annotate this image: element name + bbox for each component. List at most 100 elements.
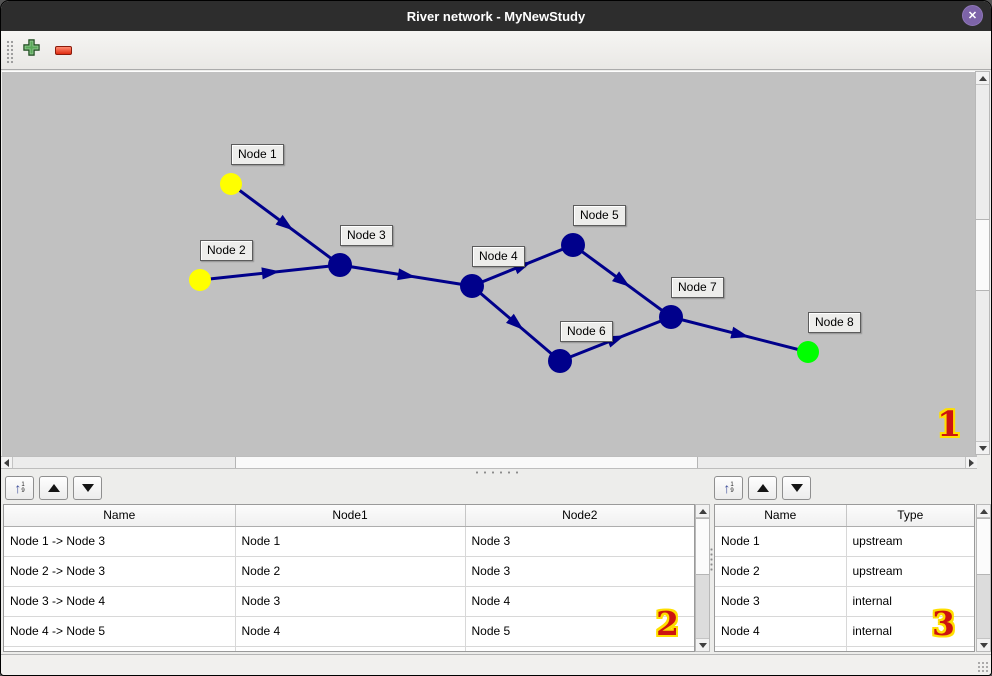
network-canvas[interactable]: Node 1 Node 2 Node 3 Node 4 Node 5 Node 6 Node…: [2, 71, 977, 456]
table-cell: [846, 646, 974, 652]
node-label[interactable]: Node 8: [808, 312, 861, 333]
table-row[interactable]: Node 2 -> Node 3Node 2Node 3: [4, 556, 694, 586]
node-label[interactable]: Node 7: [671, 277, 724, 298]
edge-arrow-icon: [612, 271, 630, 286]
table-cell[interactable]: Node 1: [235, 526, 465, 556]
scroll-up-icon[interactable]: [696, 505, 709, 518]
add-button[interactable]: [19, 38, 43, 62]
node-label[interactable]: Node 1: [231, 144, 284, 165]
sort-button[interactable]: ↑ 19: [714, 476, 743, 500]
edges-table: NameNode1Node2 Node 1 -> Node 3Node 1Nod…: [3, 504, 695, 652]
table-cell[interactable]: Node 3: [465, 556, 694, 586]
nodes-scroll-thumb[interactable]: [977, 518, 990, 575]
table-row[interactable]: Node 1 -> Node 3Node 1Node 3: [4, 526, 694, 556]
node-circle[interactable]: [328, 253, 352, 277]
sort-button[interactable]: ↑ 19: [5, 476, 34, 500]
resize-grip-icon[interactable]: [977, 661, 988, 672]
node-label[interactable]: Node 6: [560, 321, 613, 342]
node-circle[interactable]: [189, 269, 211, 291]
table-cell[interactable]: Node 4: [235, 616, 465, 646]
move-down-button[interactable]: [73, 476, 102, 500]
close-icon[interactable]: ✕: [962, 5, 983, 26]
table-row[interactable]: Node 3 -> Node 4Node 3Node 4: [4, 586, 694, 616]
table-cell[interactable]: Node 4: [715, 616, 846, 646]
remove-button[interactable]: [51, 38, 75, 62]
canvas-horizontal-scrollbar[interactable]: [1, 456, 977, 469]
table-cell[interactable]: Node 1: [715, 526, 846, 556]
scroll-left-icon[interactable]: [1, 457, 13, 468]
scroll-right-icon[interactable]: [965, 457, 977, 468]
table-cell[interactable]: Node 3: [715, 586, 846, 616]
move-down-button[interactable]: [782, 476, 811, 500]
title-bar[interactable]: River network - MyNewStudy ✕: [1, 1, 991, 31]
node-circle[interactable]: [548, 349, 572, 373]
table-row[interactable]: Node 4 -> Node 5Node 4Node 5: [4, 616, 694, 646]
table-cell[interactable]: Node 2 -> Node 3: [4, 556, 235, 586]
empty-row: [715, 646, 974, 652]
move-up-button[interactable]: [39, 476, 68, 500]
scroll-up-icon[interactable]: [976, 72, 989, 85]
table-cell: [715, 646, 846, 652]
sort-ascending-icon: ↑ 19: [723, 481, 733, 495]
main-toolbar: [1, 31, 991, 70]
node-circle[interactable]: [561, 233, 585, 257]
scroll-down-icon[interactable]: [976, 441, 989, 454]
table-cell[interactable]: Node 2: [715, 556, 846, 586]
edge-arrow-icon: [397, 268, 416, 280]
edges-scroll-thumb[interactable]: [696, 518, 709, 575]
canvas-vscroll-thumb[interactable]: [976, 219, 989, 291]
table-row[interactable]: Node 1upstream: [715, 526, 974, 556]
sort-ascending-icon: ↑ 19: [14, 481, 24, 495]
table-cell[interactable]: Node 4 -> Node 5: [4, 616, 235, 646]
scroll-down-icon[interactable]: [977, 638, 990, 651]
scroll-down-icon[interactable]: [696, 638, 709, 651]
table-cell: [4, 646, 235, 652]
window-title: River network - MyNewStudy: [407, 9, 585, 24]
node-circle[interactable]: [797, 341, 819, 363]
minus-icon: [55, 46, 72, 55]
splitter-grip-icon: [473, 471, 519, 474]
down-arrow-icon: [82, 484, 94, 492]
column-header[interactable]: Name: [715, 505, 846, 526]
table-cell[interactable]: upstream: [846, 556, 974, 586]
canvas-vertical-scrollbar[interactable]: [975, 71, 990, 455]
table-cell[interactable]: upstream: [846, 526, 974, 556]
node-label[interactable]: Node 4: [472, 246, 525, 267]
table-cell[interactable]: Node 3: [465, 526, 694, 556]
down-arrow-icon: [791, 484, 803, 492]
table-cell[interactable]: Node 1 -> Node 3: [4, 526, 235, 556]
annotation-1: 1: [937, 407, 961, 442]
node-label[interactable]: Node 5: [573, 205, 626, 226]
move-up-button[interactable]: [748, 476, 777, 500]
nodes-table-scrollbar[interactable]: [976, 504, 991, 652]
plus-icon: [23, 39, 40, 61]
edges-table-header-row: NameNode1Node2: [4, 505, 694, 526]
canvas-hscroll-thumb[interactable]: [235, 457, 698, 468]
empty-row: [4, 646, 694, 652]
nodes-table-toolbar: ↑ 19: [714, 476, 811, 500]
tables-splitter-grip[interactable]: [710, 547, 713, 573]
table-cell[interactable]: Node 3: [235, 586, 465, 616]
table-cell[interactable]: Node 2: [235, 556, 465, 586]
node-circle[interactable]: [220, 173, 242, 195]
node-circle[interactable]: [460, 274, 484, 298]
scroll-up-icon[interactable]: [977, 505, 990, 518]
up-arrow-icon: [48, 484, 60, 492]
node-label[interactable]: Node 2: [200, 240, 253, 261]
column-header[interactable]: Node2: [465, 505, 694, 526]
edges-table-scrollbar[interactable]: [695, 504, 710, 652]
node-label[interactable]: Node 3: [340, 225, 393, 246]
status-bar: [1, 654, 991, 675]
table-cell: [235, 646, 465, 652]
table-cell[interactable]: Node 3 -> Node 4: [4, 586, 235, 616]
column-header[interactable]: Node1: [235, 505, 465, 526]
lower-panel: ↑ 19 ↑ 19: [1, 475, 991, 654]
toolbar-drag-handle[interactable]: [6, 40, 13, 64]
up-arrow-icon: [757, 484, 769, 492]
node-circle[interactable]: [659, 305, 683, 329]
column-header[interactable]: Type: [846, 505, 974, 526]
annotation-3: 3: [932, 607, 955, 640]
column-header[interactable]: Name: [4, 505, 235, 526]
table-row[interactable]: Node 2upstream: [715, 556, 974, 586]
edge-arrow-icon: [261, 267, 280, 279]
